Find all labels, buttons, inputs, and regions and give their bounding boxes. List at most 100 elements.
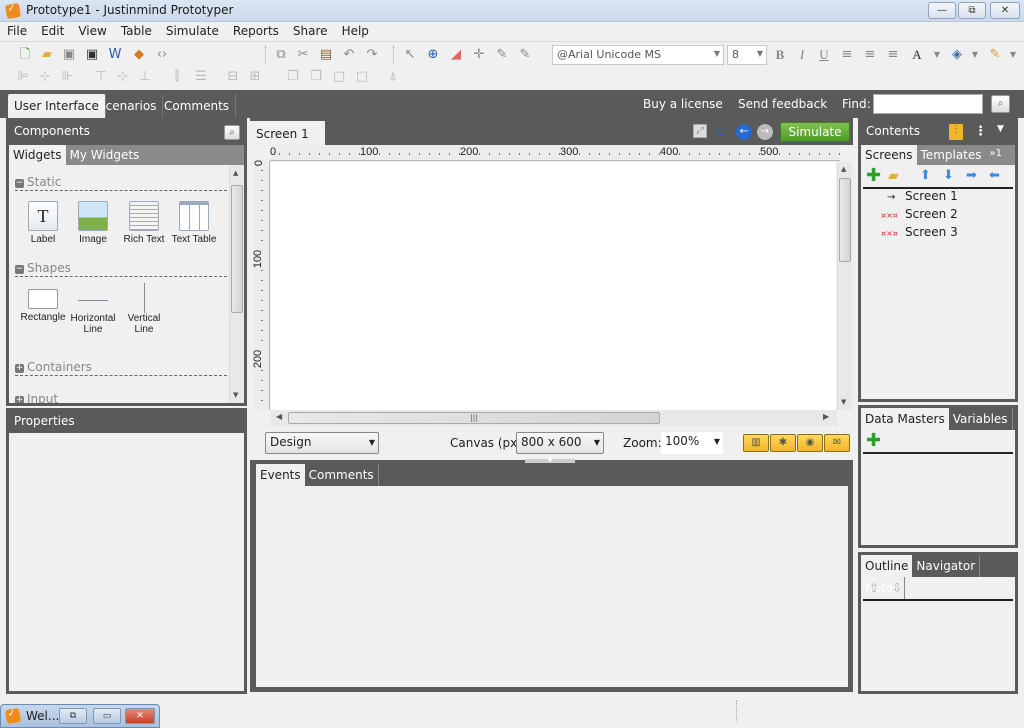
menu-file[interactable]: File	[0, 22, 34, 38]
paste-icon[interactable]: ▤	[317, 46, 335, 64]
search-icon[interactable]: ⌕	[224, 125, 240, 140]
scroll-thumb[interactable]	[231, 185, 243, 313]
minimized-window[interactable]: Wel... ⧉ ▭ ✕	[0, 704, 160, 728]
clear-format-icon[interactable]: ✎	[516, 46, 534, 64]
copy-icon[interactable]: ⧉	[272, 46, 290, 64]
add-data-master-icon[interactable]: ✚	[866, 432, 881, 450]
add-screen-icon[interactable]: ✚	[866, 167, 881, 185]
align-left-edges-icon[interactable]: ⊫	[14, 68, 32, 86]
format-painter-icon[interactable]: ✎	[493, 46, 511, 64]
align-right-edges-icon[interactable]: ⊪	[58, 68, 76, 86]
more-options-icon[interactable]: ⋮	[974, 124, 987, 139]
canvas-size-select[interactable]: 800 x 600 ▼	[516, 432, 604, 454]
chevron-down-icon[interactable]: ▼	[1004, 46, 1022, 64]
tab-data-masters[interactable]: Data Masters	[861, 408, 949, 430]
publish-icon[interactable]: ◆	[130, 46, 148, 64]
align-h-center-icon[interactable]: ⊹	[36, 68, 54, 86]
align-left-icon[interactable]: ≡	[838, 46, 856, 64]
crop-icon[interactable]: ✛	[470, 46, 488, 64]
list-view-icon[interactable]: ⋮	[949, 124, 963, 140]
widget-label[interactable]: T Label	[18, 201, 68, 245]
canvas-h-scrollbar[interactable]: ◀ ||| ▶	[270, 410, 837, 426]
scroll-thumb[interactable]	[839, 178, 851, 262]
maximize-button[interactable]: ▭	[93, 708, 121, 724]
cut-icon[interactable]: ✂	[294, 46, 312, 64]
menu-simulate[interactable]: Simulate	[159, 22, 226, 38]
settings-view-button[interactable]: ✱	[770, 434, 796, 452]
send-backward-icon[interactable]: □	[330, 68, 348, 86]
widget-text-table[interactable]: Text Table	[169, 201, 219, 245]
align-center-icon[interactable]: ≡	[861, 46, 879, 64]
send-back-icon[interactable]: □	[353, 68, 371, 86]
menu-reports[interactable]: Reports	[226, 22, 286, 38]
italic-button[interactable]: I	[793, 46, 811, 64]
menu-edit[interactable]: Edit	[34, 22, 71, 38]
back-icon[interactable]: ←	[736, 124, 752, 140]
canvas-v-scrollbar[interactable]: ▲ ▼	[837, 162, 852, 410]
zoom-tool-icon[interactable]: ⊕	[424, 46, 442, 64]
find-input[interactable]	[873, 94, 983, 114]
move-down-icon[interactable]: ⇩	[892, 581, 902, 595]
tab-bottom-comments[interactable]: Comments	[305, 464, 379, 486]
align-right-icon[interactable]: ≡	[884, 46, 902, 64]
scroll-down-icon[interactable]: ▼	[233, 391, 238, 399]
layout-view-button[interactable]: ▥	[743, 434, 769, 452]
align-top-icon[interactable]: ⊤	[92, 68, 110, 86]
search-icon[interactable]: ⌕	[991, 95, 1010, 113]
distribute-h-icon[interactable]: ⫿	[168, 68, 186, 86]
restore-button[interactable]: ⧉	[958, 2, 986, 19]
widget-vertical-line[interactable]: Vertical Line	[119, 283, 169, 335]
export-html-icon[interactable]: ‹›	[153, 46, 171, 64]
scroll-up-icon[interactable]: ▲	[233, 169, 238, 177]
panel-menu-icon[interactable]: ▼	[997, 124, 1004, 134]
maximize-icon[interactable]: ⤢	[693, 124, 707, 138]
font-color-button[interactable]: A	[908, 46, 926, 64]
tab-templates[interactable]: Templates	[917, 145, 986, 165]
font-size-select[interactable]: 8 ▼	[727, 45, 767, 65]
indent-icon[interactable]: ➡	[966, 168, 977, 183]
section-static[interactable]: − Static	[15, 175, 227, 191]
splitter-handle[interactable]: ▼	[525, 458, 575, 464]
open-folder-icon[interactable]: ▰	[38, 46, 56, 64]
new-file-icon[interactable]: 🗋	[16, 46, 34, 64]
eraser-icon[interactable]: ◢	[447, 46, 465, 64]
lock-icon[interactable]: ⍋	[384, 68, 402, 86]
font-family-select[interactable]: @Arial Unicode MS ▼	[552, 45, 724, 65]
tab-scenarios[interactable]: Scenarios	[92, 94, 164, 118]
bring-front-icon[interactable]: ❐	[284, 68, 302, 86]
screen-item[interactable]: ¤×¤ Screen 3	[861, 225, 1015, 243]
bring-forward-icon[interactable]: ❐	[307, 68, 325, 86]
save-all-icon[interactable]: ▣	[83, 46, 101, 64]
tab-events[interactable]: Events	[256, 464, 305, 486]
preview-eye-button[interactable]: ◉	[797, 434, 823, 452]
underline-button[interactable]: U	[815, 46, 833, 64]
close-button[interactable]: ✕	[125, 708, 155, 724]
add-folder-icon[interactable]: ▰	[888, 168, 899, 184]
tabs-overflow-button[interactable]: »1	[986, 145, 1006, 165]
zoom-select[interactable]: 100% ▼	[661, 432, 723, 454]
chevron-down-icon[interactable]: ▼	[928, 46, 946, 64]
tab-comments[interactable]: Comments	[158, 94, 237, 118]
scroll-right-icon[interactable]: ▶	[823, 412, 829, 421]
line-color-icon[interactable]: ✎	[986, 46, 1004, 64]
tab-screens[interactable]: Screens	[861, 145, 917, 165]
menu-help[interactable]: Help	[335, 22, 376, 38]
tab-widgets[interactable]: Widgets	[9, 145, 66, 165]
forward-icon[interactable]: →	[757, 124, 773, 140]
tab-navigator[interactable]: Navigator	[912, 555, 981, 577]
same-height-icon[interactable]: ⊞	[246, 68, 264, 86]
tab-outline[interactable]: Outline	[861, 555, 913, 577]
tab-my-widgets[interactable]: My Widgets	[66, 145, 144, 165]
design-canvas[interactable]	[271, 162, 836, 410]
scroll-down-icon[interactable]: ▼	[841, 398, 846, 406]
minimize-button[interactable]: —	[928, 2, 956, 19]
send-feedback-link[interactable]: Send feedback	[738, 97, 827, 111]
widget-horizontal-line[interactable]: Horizontal Line	[68, 289, 118, 335]
scroll-up-icon[interactable]: ▲	[841, 165, 846, 173]
tab-variables[interactable]: Variables	[949, 408, 1013, 430]
scroll-left-icon[interactable]: ◀	[276, 412, 282, 421]
screen-item[interactable]: → Screen 1	[861, 189, 1015, 207]
widget-rectangle[interactable]: Rectangle	[18, 289, 68, 323]
move-down-icon[interactable]: ⬇	[943, 168, 954, 183]
section-input[interactable]: + Input	[15, 392, 227, 403]
